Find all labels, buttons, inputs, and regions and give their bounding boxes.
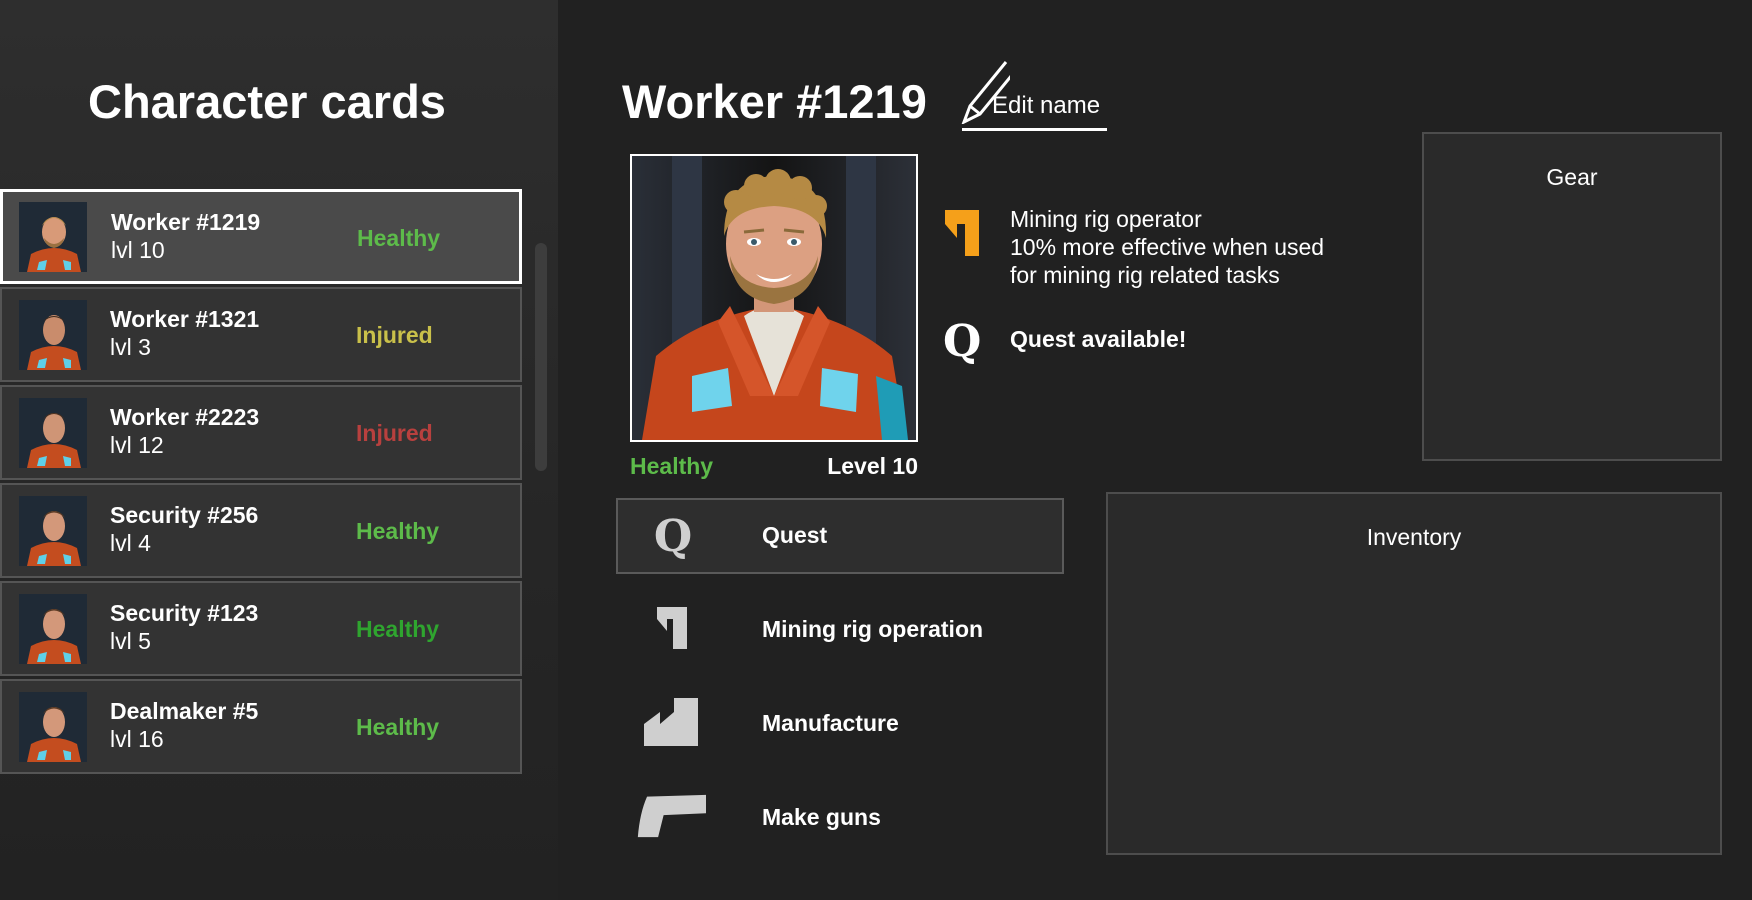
character-card[interactable]: Security #256 lvl 4 Healthy — [0, 483, 522, 578]
task-manufacture[interactable]: Manufacture — [616, 686, 1064, 762]
character-level: lvl 16 — [110, 726, 164, 752]
task-make-guns[interactable]: Make guns — [616, 780, 1064, 856]
factory-icon — [636, 694, 706, 750]
task-label: Mining rig operation — [762, 616, 984, 642]
character-card[interactable]: Worker #1219 lvl 10 Healthy — [0, 189, 522, 284]
gun-icon — [636, 788, 706, 844]
character-name: Worker #1321 — [110, 306, 260, 332]
character-name: Dealmaker #5 — [110, 698, 259, 724]
status-label: Healthy — [357, 225, 441, 251]
trait-effect-line: 10% more effective when used — [1010, 234, 1325, 260]
task-label: Quest — [762, 522, 828, 548]
character-level-label: Level 10 — [827, 453, 918, 479]
task-label: Make guns — [762, 804, 881, 830]
status-label: Healthy — [356, 518, 440, 544]
character-level: lvl 4 — [110, 530, 151, 556]
gear-panel[interactable]: Gear — [1422, 132, 1722, 461]
avatar — [19, 202, 87, 272]
quest-available-label: Quest available! — [1010, 326, 1187, 352]
avatar — [19, 398, 87, 468]
inventory-title: Inventory — [1366, 524, 1462, 550]
health-status: Healthy — [630, 453, 714, 479]
character-level: lvl 12 — [110, 432, 164, 458]
mining-rig-icon — [945, 210, 979, 256]
mining-rig-icon — [636, 600, 706, 656]
character-level: lvl 5 — [110, 628, 151, 654]
character-level: lvl 3 — [110, 334, 151, 360]
task-label: Manufacture — [762, 710, 899, 736]
character-name: Security #256 — [110, 502, 259, 528]
character-card[interactable]: Dealmaker #5 lvl 16 Healthy — [0, 679, 522, 774]
task-list: Q Quest Mining rig operation Manufacture… — [616, 498, 1064, 874]
quest-glyph: Q — [653, 510, 693, 562]
task-mining-rig-operation[interactable]: Mining rig operation — [616, 592, 1064, 668]
quest-icon: Q — [638, 508, 708, 564]
avatar — [19, 496, 87, 566]
edit-name-button[interactable]: Edit name — [960, 60, 1108, 132]
character-card[interactable]: Security #123 lvl 5 Healthy — [0, 581, 522, 676]
quest-icon: Q — [943, 316, 982, 367]
avatar — [19, 300, 87, 370]
avatar — [19, 594, 87, 664]
character-card[interactable]: Worker #1321 lvl 3 Injured — [0, 287, 522, 382]
character-title: Worker #1219 — [622, 75, 927, 128]
character-name: Worker #1219 — [111, 209, 261, 235]
edit-name-underline — [962, 128, 1107, 131]
character-portrait — [630, 154, 918, 442]
edit-name-label: Edit name — [992, 92, 1101, 119]
status-label: Healthy — [356, 616, 440, 642]
trait-effect-line: for mining rig related tasks — [1010, 262, 1280, 288]
panel-title: Character cards — [88, 75, 446, 128]
inventory-panel[interactable]: Inventory — [1106, 492, 1722, 855]
trait-name: Mining rig operator — [1010, 206, 1202, 232]
character-card[interactable]: Worker #2223 lvl 12 Injured — [0, 385, 522, 480]
list-scrollbar[interactable] — [535, 243, 547, 471]
character-name: Security #123 — [110, 600, 259, 626]
status-label: Healthy — [356, 714, 440, 740]
status-label: Injured — [356, 322, 433, 348]
avatar — [19, 692, 87, 762]
character-level: lvl 10 — [111, 237, 165, 263]
task-quest[interactable]: Q Quest — [616, 498, 1064, 574]
character-name: Worker #2223 — [110, 404, 260, 430]
status-label: Injured — [356, 420, 433, 446]
character-card-list: Worker #1219 lvl 10 Healthy Worker #1321… — [0, 189, 522, 777]
character-list-panel: Character cards Worker #1219 lvl 10 Heal… — [0, 0, 558, 900]
gear-title: Gear — [1546, 164, 1598, 190]
trait-description: Mining rig operator 10% more effective w… — [1010, 205, 1324, 289]
